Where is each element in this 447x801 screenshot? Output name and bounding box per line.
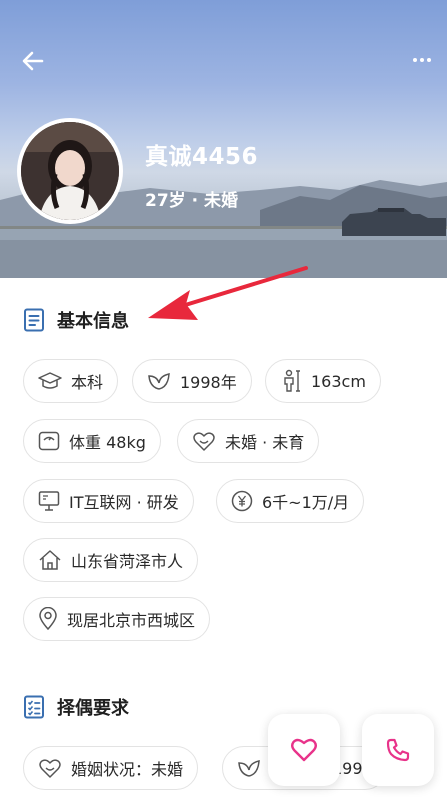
tag-income: 6千~1万/月 bbox=[216, 479, 365, 523]
tag-residence: 现居北京市西城区 bbox=[23, 597, 211, 641]
yuan-coin-icon bbox=[231, 490, 253, 512]
tag-label: 1998年 bbox=[180, 373, 237, 392]
leaf-icon bbox=[238, 760, 260, 777]
tag-label: 163cm bbox=[311, 371, 366, 391]
tag-birth-year: 1998年 bbox=[132, 359, 252, 403]
tag-label: 6千~1万/月 bbox=[262, 493, 350, 512]
profile-nickname: 真诚4456 bbox=[145, 144, 259, 170]
back-arrow-icon[interactable] bbox=[20, 48, 46, 74]
heart-icon bbox=[291, 738, 317, 762]
location-pin-icon bbox=[39, 607, 57, 631]
weight-scale-icon bbox=[38, 431, 60, 451]
tag-label: 现居北京市西城区 bbox=[67, 611, 196, 630]
tag-label: IT互联网 · 研发 bbox=[69, 493, 179, 512]
partner-requirements-heading: 择偶要求 bbox=[23, 694, 129, 720]
hearts-icon bbox=[193, 432, 215, 451]
tag-label: 未婚 · 未育 bbox=[225, 433, 305, 452]
partner-requirements-title: 择偶要求 bbox=[57, 698, 129, 719]
basic-info-heading: 基本信息 bbox=[23, 307, 129, 333]
monitor-icon bbox=[38, 491, 60, 511]
leaf-icon bbox=[148, 373, 170, 390]
tag-education: 本科 bbox=[23, 359, 119, 403]
tag-marital-status: 未婚 · 未育 bbox=[177, 419, 320, 463]
avatar[interactable] bbox=[17, 118, 123, 224]
tag-label: 本科 bbox=[71, 373, 104, 392]
graduation-cap-icon bbox=[38, 372, 62, 389]
phone-icon bbox=[386, 738, 410, 762]
tag-height: 163cm bbox=[265, 359, 381, 403]
tag-weight: 体重 48kg bbox=[23, 419, 161, 463]
profile-header: 真诚4456 27岁 · 未婚 bbox=[0, 0, 447, 278]
call-button[interactable] bbox=[362, 714, 434, 786]
tag-label: 体重 48kg bbox=[69, 433, 146, 452]
checklist-icon bbox=[24, 695, 44, 719]
tag-occupation: IT互联网 · 研发 bbox=[23, 479, 194, 523]
hearts-icon bbox=[39, 759, 61, 778]
more-options-icon[interactable] bbox=[411, 52, 433, 68]
tag-label: 婚姻状况：未婚 bbox=[71, 760, 184, 779]
tag-hometown: 山东省菏泽市人 bbox=[23, 538, 199, 582]
req-tag-marital-status: 婚姻状况：未婚 bbox=[23, 746, 199, 790]
like-button[interactable] bbox=[268, 714, 340, 786]
document-icon bbox=[24, 308, 44, 332]
profile-summary: 27岁 · 未婚 bbox=[145, 191, 238, 211]
height-person-icon bbox=[284, 369, 300, 392]
basic-info-title: 基本信息 bbox=[57, 311, 129, 332]
house-icon bbox=[39, 550, 61, 570]
tag-label: 山东省菏泽市人 bbox=[71, 552, 184, 571]
